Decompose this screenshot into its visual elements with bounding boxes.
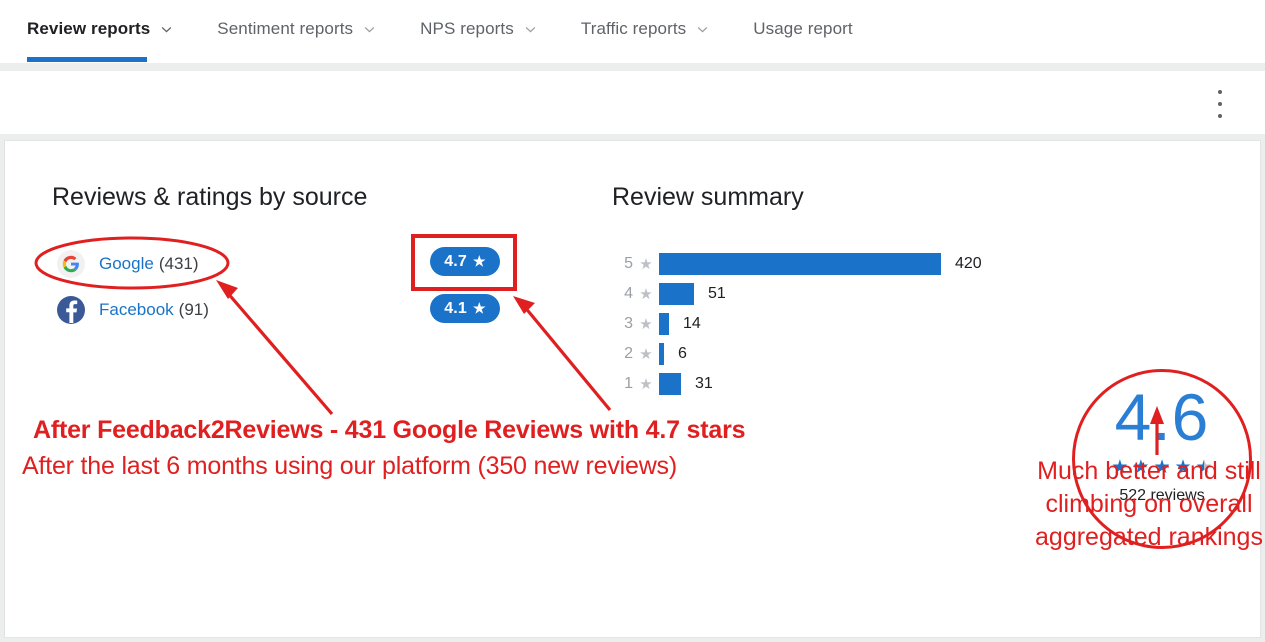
histogram-value: 14 <box>683 315 701 332</box>
source-row-google[interactable]: Google (431) <box>57 249 199 279</box>
histogram-value: 51 <box>708 285 726 302</box>
star-icon: ★ <box>639 255 653 273</box>
histogram-row-3-star: 3 ★ 14 <box>617 309 1037 339</box>
histogram-row-2-star: 2 ★ 6 <box>617 339 1037 369</box>
sources-panel-title: Reviews & ratings by source <box>52 183 368 211</box>
google-icon <box>57 250 85 278</box>
kebab-dot <box>1218 90 1222 94</box>
page-root: Review reports Sentiment reports NPS rep… <box>0 0 1265 642</box>
star-icon: ★ <box>639 315 653 333</box>
tab-label: Review reports <box>27 19 151 38</box>
tab-traffic-reports[interactable]: Traffic reports <box>581 0 709 57</box>
tab-label: Usage report <box>753 19 853 38</box>
chevron-down-icon[interactable] <box>696 23 709 36</box>
histogram-bar <box>659 283 694 305</box>
kebab-dot <box>1218 102 1222 106</box>
tab-label: NPS reports <box>420 19 514 38</box>
source-name[interactable]: Facebook <box>99 300 174 320</box>
summary-panel-title: Review summary <box>612 183 804 211</box>
rating-pill-value: 4.1 <box>444 299 468 317</box>
histogram-star-number: 2 <box>624 345 633 362</box>
facebook-icon <box>57 296 85 324</box>
tab-nps-reports[interactable]: NPS reports <box>420 0 537 57</box>
annotation-subline: After the last 6 months using our platfo… <box>22 452 677 480</box>
tab-review-reports[interactable]: Review reports <box>27 0 173 57</box>
star-icon: ★ <box>473 252 486 269</box>
report-toolbar <box>0 71 1265 134</box>
review-summary-histogram: 5 ★ 420 4 ★ 51 3 ★ 14 2 ★ 6 1 ★ 31 <box>617 249 1037 399</box>
chevron-down-icon[interactable] <box>160 23 173 36</box>
kebab-menu-icon[interactable] <box>1207 89 1233 119</box>
rating-pill-google: 4.7 ★ <box>430 247 500 276</box>
rating-pill-value: 4.7 <box>444 252 468 270</box>
histogram-row-1-star: 1 ★ 31 <box>617 369 1037 399</box>
source-name[interactable]: Google <box>99 254 154 274</box>
kebab-dot <box>1218 114 1222 118</box>
star-icon: ★ <box>473 299 486 316</box>
histogram-star-number: 3 <box>624 315 633 332</box>
histogram-bar <box>659 253 941 275</box>
histogram-bar <box>659 343 664 365</box>
tab-label: Traffic reports <box>580 19 687 38</box>
histogram-star-number: 1 <box>624 375 633 392</box>
chevron-down-icon[interactable] <box>524 23 537 36</box>
histogram-bar <box>659 313 669 335</box>
tab-list: Review reports Sentiment reports NPS rep… <box>27 0 897 63</box>
histogram-value: 6 <box>678 345 687 362</box>
report-tab-bar: Review reports Sentiment reports NPS rep… <box>0 0 1265 63</box>
tab-sentiment-reports[interactable]: Sentiment reports <box>217 0 376 57</box>
tab-label: Sentiment reports <box>217 19 354 38</box>
star-icon: ★ <box>639 375 653 393</box>
report-content-card: Reviews & ratings by source Review summa… <box>4 140 1261 638</box>
annotation-headline: After Feedback2Reviews - 431 Google Revi… <box>33 416 746 444</box>
source-count: (431) <box>158 254 199 273</box>
histogram-value: 420 <box>955 255 982 272</box>
annotation-right-note: Much better and still climbing on overal… <box>1035 457 1263 551</box>
star-icon: ★ <box>639 345 653 363</box>
source-count: (91) <box>178 300 209 319</box>
star-icon: ★ <box>639 285 653 303</box>
histogram-star-number: 4 <box>624 285 633 302</box>
histogram-value: 31 <box>695 375 713 392</box>
histogram-bar <box>659 373 681 395</box>
chevron-down-icon[interactable] <box>363 23 376 36</box>
tab-usage-report[interactable]: Usage report <box>753 0 852 57</box>
active-tab-indicator <box>27 57 147 62</box>
aggregate-score: 4.6 <box>1114 380 1210 454</box>
histogram-row-4-star: 4 ★ 51 <box>617 279 1037 309</box>
histogram-star-number: 5 <box>624 255 633 272</box>
histogram-row-5-star: 5 ★ 420 <box>617 249 1037 279</box>
source-row-facebook[interactable]: Facebook (91) <box>57 295 209 325</box>
rating-pill-facebook: 4.1 ★ <box>430 294 500 323</box>
